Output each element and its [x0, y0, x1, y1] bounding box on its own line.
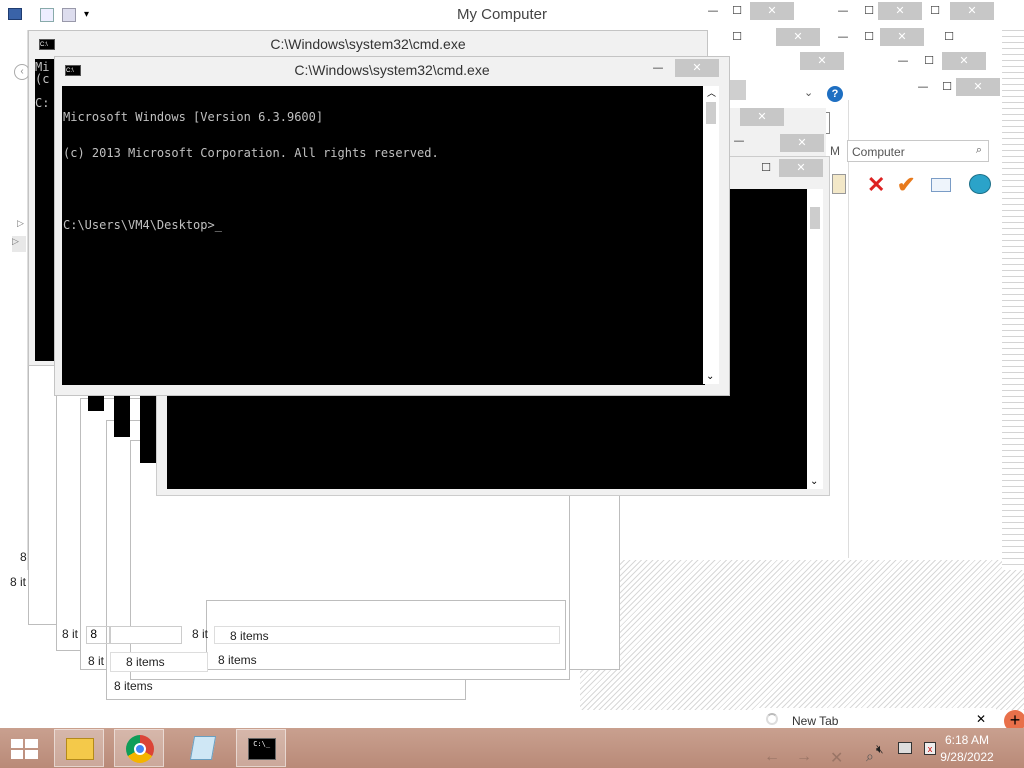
clock-date[interactable]: 9/28/2022	[932, 750, 1002, 764]
console-line: (c) 2013 Microsoft Corporation. All righ…	[63, 146, 439, 160]
close-button[interactable]: ✕	[780, 134, 824, 152]
taskbar-file-explorer[interactable]	[54, 729, 104, 767]
close-button[interactable]: ✕	[750, 2, 794, 20]
search-input[interactable]: Computer	[852, 145, 905, 159]
drag-artifact-stripes	[1002, 30, 1024, 570]
back-arrow-icon[interactable]: ←	[764, 748, 780, 766]
console-ghost	[140, 395, 156, 463]
minimize-button[interactable]: —	[700, 2, 726, 20]
cmd-window: C:\ C:\Windows\system32\cmd.exe — ✕ Micr…	[54, 56, 730, 396]
check-icon[interactable]: ✔	[897, 172, 915, 198]
maximize-button[interactable]: ☐	[724, 2, 750, 20]
minimize-button[interactable]: —	[890, 52, 916, 70]
status-text: 8 items	[114, 679, 153, 693]
paste-icon[interactable]	[832, 174, 846, 194]
status-text: 8 items	[218, 653, 257, 667]
drag-artifact-stripes	[580, 560, 1024, 710]
ghost-window: ☐ ✕ — ☐ ✕ ☐	[700, 26, 1000, 50]
search-box[interactable]: Computer ⌕	[847, 140, 989, 162]
explorer-left-edge	[8, 30, 28, 570]
minimize-button[interactable]: —	[645, 59, 671, 77]
start-button[interactable]	[0, 729, 48, 767]
speaker-muted-icon[interactable]: 🔇︎	[876, 742, 884, 757]
console-ghost	[114, 395, 130, 437]
scroll-down-arrow[interactable]: ⌄	[810, 476, 818, 487]
status-text: 8 items	[126, 655, 165, 669]
close-button[interactable]: ✕	[776, 28, 820, 46]
close-button[interactable]: ✕	[779, 159, 823, 177]
maximize-button[interactable]: ☐	[922, 2, 948, 20]
explorer-right-pane: ? Computer ⌕ ✕ ✔	[827, 86, 1002, 558]
status-text: 8 it	[10, 575, 27, 589]
status-text: 8	[20, 550, 27, 564]
dropdown-chevron-icon[interactable]: ⌄	[804, 86, 813, 99]
close-button[interactable]: ✕	[942, 52, 986, 70]
status-divider: 8	[86, 626, 110, 644]
nav-expand-icon[interactable]: ▷	[12, 236, 26, 252]
console-scrollbar[interactable]: ︿ ⌄	[703, 86, 719, 384]
close-button[interactable]: ✕	[740, 108, 784, 126]
close-button[interactable]: ✕	[950, 2, 994, 20]
help-icon[interactable]: ?	[827, 86, 843, 102]
close-button[interactable]: ✕	[675, 59, 719, 77]
maximize-button[interactable]: ☐	[936, 28, 962, 46]
console-ghost	[88, 395, 104, 411]
notepad-icon	[189, 736, 217, 760]
ghost-window: ✕ — ☐ ✕	[800, 50, 1000, 74]
windows-logo-icon	[11, 739, 38, 759]
console-prompt: C:\Users\VM4\Desktop>_	[63, 218, 222, 232]
close-button[interactable]: ✕	[800, 52, 844, 70]
scroll-down-arrow[interactable]: ⌄	[706, 371, 714, 382]
scroll-up-arrow[interactable]: ︿	[707, 86, 716, 99]
nav-expand-icon[interactable]: ▷	[17, 218, 24, 229]
status-text: 8 it	[192, 627, 209, 641]
cmd-ghost-edge: ✕ — ✕	[726, 108, 826, 156]
tab-close-icon[interactable]: ✕	[976, 712, 986, 726]
ghost-window: — ☐ ✕ — ☐ ✕ ☐ ✕	[700, 0, 1000, 26]
search-icon[interactable]: ⌕	[976, 144, 982, 157]
status-text: 8 it	[88, 654, 105, 668]
tab-loading-icon	[766, 713, 778, 725]
console-line: Microsoft Windows [Version 6.3.9600]	[63, 110, 324, 124]
delete-icon[interactable]: ✕	[867, 172, 885, 198]
clock-time[interactable]: 6:18 AM	[932, 733, 1002, 747]
close-button[interactable]: ✕	[878, 2, 922, 20]
mail-icon[interactable]	[931, 178, 951, 192]
minimize-button[interactable]: —	[830, 28, 856, 46]
status-text: 8 it	[62, 627, 79, 641]
scrollbar-thumb[interactable]	[810, 207, 820, 229]
close-button[interactable]: ✕	[880, 28, 924, 46]
taskbar: C:\_ ← → ✕ ⌕ 🔇︎ x 6:18 AM 9/28/2022	[0, 728, 1024, 768]
cmd-icon: C:\_	[248, 738, 276, 760]
folder-icon	[66, 738, 94, 760]
status-text: 8 items	[230, 629, 269, 643]
maximize-button[interactable]: ☐	[916, 52, 942, 70]
close-button[interactable]: ✕	[956, 78, 1000, 96]
globe-icon[interactable]	[969, 174, 991, 194]
maximize-button[interactable]: ☐	[724, 28, 750, 46]
chrome-icon	[126, 735, 154, 763]
tab-label: New Tab	[792, 714, 839, 728]
maximize-button[interactable]: ☐	[753, 159, 779, 177]
taskbar-notepad[interactable]	[178, 729, 228, 767]
scrollbar-thumb[interactable]	[706, 102, 716, 124]
taskbar-cmd[interactable]: C:\_	[236, 729, 286, 767]
cmd-titlebar[interactable]: C:\ C:\Windows\system32\cmd.exe — ✕	[55, 57, 729, 89]
maximize-button[interactable]: ☐	[856, 28, 882, 46]
minimize-button[interactable]: —	[910, 78, 936, 96]
forward-arrow-icon[interactable]: →	[796, 748, 812, 766]
network-icon[interactable]	[898, 742, 912, 754]
console-scrollbar[interactable]: ⌄	[807, 189, 823, 489]
minimize-button[interactable]: —	[830, 2, 856, 20]
search-icon[interactable]: ⌕	[866, 748, 874, 765]
taskbar-chrome[interactable]	[114, 729, 164, 767]
close-icon[interactable]: ✕	[830, 748, 843, 768]
console-output[interactable]: Microsoft Windows [Version 6.3.9600] (c)…	[62, 86, 705, 385]
status-box	[110, 626, 182, 644]
cmd-title: C:\Windows\system32\cmd.exe	[294, 62, 490, 78]
ghost-window: — ☐ ✕	[850, 76, 1000, 100]
cmd-back-title: C:\Windows\system32\cmd.exe	[270, 36, 466, 52]
